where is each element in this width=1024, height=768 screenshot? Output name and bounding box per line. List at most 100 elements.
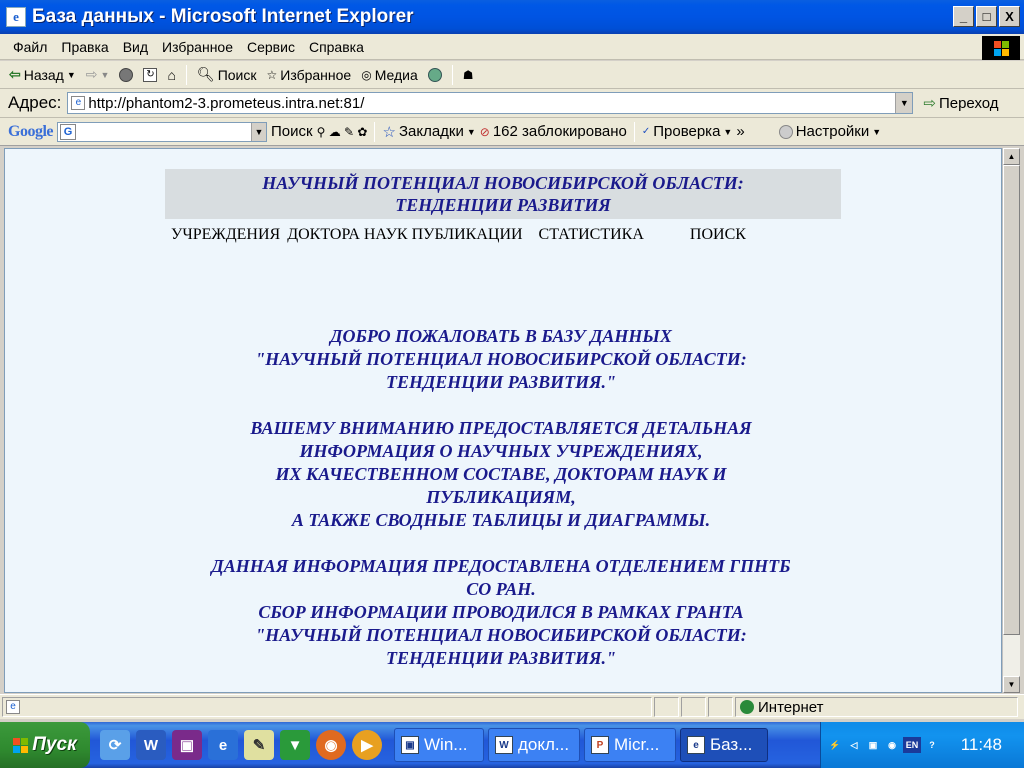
menu-view[interactable]: Вид: [116, 39, 155, 55]
maximize-button[interactable]: □: [976, 6, 997, 27]
menu-favorites[interactable]: Избранное: [155, 39, 240, 55]
nav-institutions-link[interactable]: УЧРЕЖДЕНИЯ: [171, 226, 280, 244]
bookmarks-dropdown-icon: ▼: [466, 126, 476, 137]
status-bar: e Интернет: [0, 694, 1024, 719]
bookmarks-label: Закладки: [398, 123, 464, 140]
google-tools-icons[interactable]: ⚲ ☁ ✎ ✿: [317, 125, 368, 139]
scroll-down-icon[interactable]: ▼: [1003, 676, 1020, 693]
nav-statistics-link[interactable]: СТАТИСТИКА: [539, 226, 644, 244]
search-button[interactable]: 🔍︎ Поиск: [194, 66, 260, 83]
welcome-paragraph: ДОБРО ПОЖАЛОВАТЬ В БАЗУ ДАННЫХ "НАУЧНЫЙ …: [5, 325, 997, 394]
spellcheck-button[interactable]: ✓ Проверка ▼: [642, 123, 733, 140]
page-viewport[interactable]: НАУЧНЫЙ ПОТЕНЦИАЛ НОВОСИБИРСКОЙ ОБЛАСТИ:…: [4, 148, 1002, 693]
nav-publications-link[interactable]: ПУБЛИКАЦИИ: [412, 226, 523, 244]
task-app-icon: ▣: [401, 736, 419, 754]
nav-search-link[interactable]: ПОИСК: [690, 226, 746, 244]
standard-toolbar: ⇦ Назад ▼ ⇨ ▼ ↻ ⌂ 🔍︎ Поиск ☆ Избранное ◎…: [0, 61, 1024, 89]
task-button-db[interactable]: e Баз...: [680, 728, 768, 762]
nav-doctors-link[interactable]: ДОКТОРА НАУК: [287, 226, 407, 244]
firefox-icon[interactable]: ◉: [316, 730, 346, 760]
network-tray-icon[interactable]: ▣: [865, 737, 881, 753]
media-player-icon[interactable]: ▶: [352, 730, 382, 760]
refresh-button[interactable]: ↻: [140, 67, 160, 82]
google-search-button[interactable]: Поиск: [271, 123, 313, 140]
google-search-input[interactable]: G ▼: [57, 121, 267, 142]
popup-blocker-button[interactable]: ⊘ 162 заблокировано: [480, 123, 627, 140]
header-line-1: НАУЧНЫЙ ПОТЕНЦИАЛ НОВОСИБИРСКОЙ ОБЛАСТИ:: [262, 173, 744, 193]
task-button-win[interactable]: ▣ Win...: [394, 728, 484, 762]
stop-icon: [119, 67, 134, 82]
status-text-cell: e: [2, 697, 652, 717]
vertical-scrollbar[interactable]: ▲ ▼: [1002, 148, 1020, 693]
title-bar[interactable]: e База данных - Microsoft Internet Explo…: [0, 0, 1024, 34]
bookmarks-button[interactable]: ☆ Закладки ▼: [382, 123, 475, 141]
source-line: СБОР ИНФОРМАЦИИ ПРОВОДИЛСЯ В РАМКАХ ГРАН…: [258, 602, 744, 622]
welcome-line: ТЕНДЕНЦИИ РАЗВИТИЯ.": [385, 372, 617, 392]
header-line-2: ТЕНДЕНЦИИ РАЗВИТИЯ: [395, 195, 611, 215]
help-icon[interactable]: ?: [924, 737, 940, 753]
scroll-up-icon[interactable]: ▲: [1003, 148, 1020, 165]
green-arrow-icon[interactable]: ▼: [280, 730, 310, 760]
antivirus-icon[interactable]: ◉: [884, 737, 900, 753]
go-button[interactable]: ⇨ Переход: [923, 94, 998, 113]
stop-button[interactable]: [116, 67, 136, 82]
internet-explorer-icon[interactable]: e: [208, 730, 238, 760]
source-line: ТЕНДЕНЦИИ РАЗВИТИЯ.": [385, 648, 617, 668]
save-disk-icon[interactable]: ▣: [172, 730, 202, 760]
close-button[interactable]: X: [999, 6, 1020, 27]
minimize-button[interactable]: _: [953, 6, 974, 27]
home-icon: ⌂: [167, 66, 176, 83]
forward-dropdown-icon[interactable]: ▼: [101, 70, 110, 80]
source-paragraph: ДАННАЯ ИНФОРМАЦИЯ ПРЕДОСТАВЛЕНА ОТДЕЛЕНИ…: [5, 555, 997, 670]
notepad-icon[interactable]: ✎: [244, 730, 274, 760]
language-icon[interactable]: EN: [903, 737, 921, 753]
menu-edit[interactable]: Правка: [54, 39, 115, 55]
info-line: ИХ КАЧЕСТВЕННОМ СОСТАВЕ, ДОКТОРАМ НАУК И: [275, 464, 727, 484]
history-button[interactable]: [425, 67, 445, 82]
toolbar-separator: [451, 64, 453, 85]
menu-help[interactable]: Справка: [302, 39, 371, 55]
back-dropdown-icon[interactable]: ▼: [67, 70, 76, 80]
task-ie-icon: e: [687, 736, 705, 754]
welcome-line: ДОБРО ПОЖАЛОВАТЬ В БАЗУ ДАННЫХ: [330, 326, 672, 346]
task-button-micr[interactable]: P Micr...: [584, 728, 676, 762]
task-doc-icon: W: [495, 736, 513, 754]
settings-label: Настройки: [795, 123, 870, 140]
search-label: Поиск: [217, 66, 257, 83]
start-button[interactable]: Пуск: [0, 722, 90, 768]
forward-arrow-icon: ⇨: [85, 66, 98, 82]
word-icon[interactable]: W: [136, 730, 166, 760]
settings-button[interactable]: Настройки ▼: [778, 123, 881, 140]
more-chevron-icon[interactable]: »: [736, 123, 744, 140]
windows-flag-icon: [13, 737, 29, 753]
clock[interactable]: 11:48: [961, 735, 1002, 755]
scroll-thumb[interactable]: [1003, 165, 1020, 635]
home-button[interactable]: ⌂: [164, 67, 178, 83]
menu-file[interactable]: Файл: [6, 39, 54, 55]
menu-tools[interactable]: Сервис: [240, 39, 302, 55]
network-icon[interactable]: ⟳: [100, 730, 130, 760]
favorites-button[interactable]: ☆ Избранное: [263, 67, 354, 83]
address-input[interactable]: e http://phantom2-3.prometeus.intra.net:…: [67, 92, 914, 114]
back-button[interactable]: ⇦ Назад ▼: [6, 66, 79, 83]
task-ppt-icon: P: [591, 736, 609, 754]
task-button-doc[interactable]: W докл...: [488, 728, 580, 762]
forward-button[interactable]: ⇨ ▼: [83, 66, 113, 83]
address-label: Адрес:: [8, 93, 62, 112]
address-dropdown-icon[interactable]: ▼: [895, 93, 913, 113]
google-search-dropdown-icon[interactable]: ▼: [251, 122, 266, 141]
power-icon[interactable]: ⚡: [827, 737, 843, 753]
media-button[interactable]: ◎ Медиа: [358, 67, 421, 83]
google-logo[interactable]: Google: [8, 123, 54, 141]
source-line: СО РАН.: [466, 579, 536, 599]
info-paragraph: ВАШЕМУ ВНИМАНИЮ ПРЕДОСТАВЛЯЕТСЯ ДЕТАЛЬНА…: [5, 417, 997, 532]
messenger-button[interactable]: ☗: [460, 68, 477, 82]
toolbar-separator: [633, 121, 635, 142]
volume-icon[interactable]: ◁: [846, 737, 862, 753]
zone-label: Интернет: [758, 698, 824, 716]
info-line: А ТАКЖЕ СВОДНЫЕ ТАБЛИЦЫ И ДИАГРАММЫ.: [291, 510, 711, 530]
page-icon: e: [71, 96, 86, 110]
source-line: "НАУЧНЫЙ ПОТЕНЦИАЛ НОВОСИБИРСКОЙ ОБЛАСТИ…: [255, 625, 747, 645]
globe-icon: [740, 700, 754, 714]
status-cell: [681, 697, 706, 717]
